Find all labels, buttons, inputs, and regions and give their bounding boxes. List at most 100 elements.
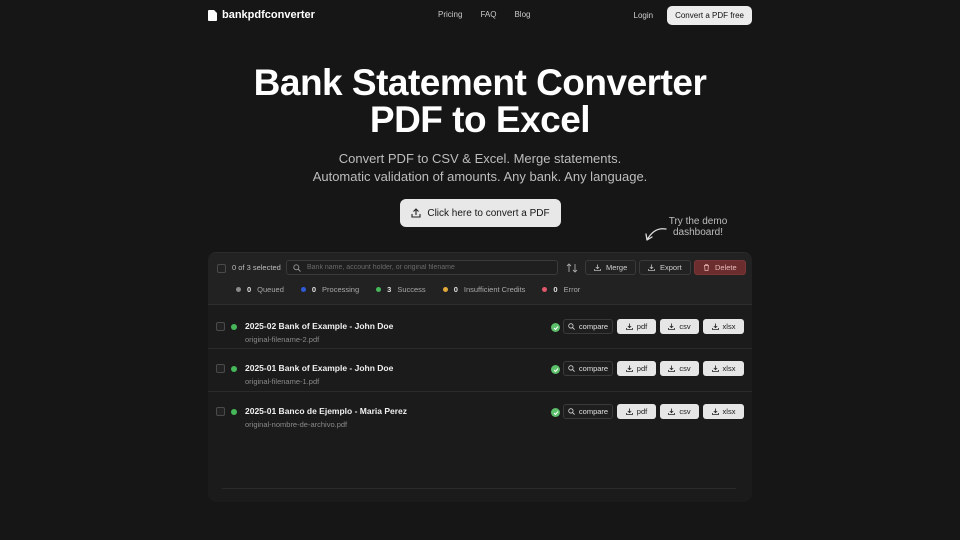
compare-button[interactable]: compare — [563, 361, 613, 376]
status-label: Insufficient Credits — [463, 285, 526, 294]
status-label: Queued — [257, 285, 284, 294]
xlsx-label: xlsx — [722, 407, 736, 416]
dashboard-toolbar: 0 of 3 selected Merge Export Delete 0 Que… — [208, 253, 752, 305]
download-pdf-button[interactable]: pdf — [617, 361, 656, 376]
status-count: 0 — [553, 285, 558, 294]
curved-arrow-icon — [645, 228, 667, 241]
xlsx-label: xlsx — [722, 322, 736, 331]
export-label: Export — [660, 263, 682, 272]
selection-count: 0 of 3 selected — [232, 263, 281, 272]
compare-button[interactable]: compare — [563, 319, 613, 334]
pdf-label: pdf — [636, 407, 648, 416]
download-icon — [711, 323, 719, 330]
table-row[interactable]: 2025-01 Banco de Ejemplo - Maria Perez o… — [208, 396, 752, 438]
top-nav: bankpdfconverter Login Convert a PDF fre… — [208, 5, 752, 25]
download-pdf-button[interactable]: pdf — [617, 319, 656, 334]
status-dot — [231, 409, 237, 415]
trash-icon — [704, 264, 709, 271]
status-dot — [376, 287, 382, 292]
title-line-2: PDF to Excel — [369, 99, 591, 140]
nav-link-blog[interactable]: Blog — [514, 10, 530, 19]
status-dot — [442, 287, 448, 292]
download-icon — [668, 323, 676, 330]
status-insufficient-credits: 0 Insufficient Credits — [442, 285, 526, 294]
nav-link-pricing[interactable]: Pricing — [438, 10, 462, 19]
download-csv-button[interactable]: csv — [660, 361, 699, 376]
download-icon — [668, 408, 676, 415]
sort-icon[interactable] — [566, 262, 578, 274]
download-icon — [625, 323, 633, 330]
download-csv-button[interactable]: csv — [660, 319, 699, 334]
search-icon — [568, 323, 575, 330]
download-pdf-button[interactable]: pdf — [617, 404, 656, 419]
export-button[interactable]: Export — [639, 260, 691, 275]
download-icon — [625, 408, 633, 415]
download-icon — [625, 365, 633, 372]
compare-label: compare — [578, 407, 609, 416]
convert-free-button[interactable]: Convert a PDF free — [667, 5, 752, 25]
pdf-label: pdf — [636, 322, 648, 331]
csv-label: csv — [679, 407, 691, 416]
row-checkbox[interactable] — [216, 364, 225, 373]
search-icon — [568, 408, 575, 415]
statement-name: 2025-01 Banco de Ejemplo - Maria Perez — [245, 406, 408, 416]
demo-note-line-2: dashboard! — [672, 227, 724, 238]
status-dot — [231, 366, 237, 372]
xlsx-label: xlsx — [722, 364, 736, 373]
download-xlsx-button[interactable]: xlsx — [703, 319, 744, 334]
download-icon — [668, 365, 676, 372]
row-checkbox[interactable] — [216, 407, 225, 416]
table-row[interactable]: 2025-01 Bank of Example - John Doe origi… — [208, 353, 752, 395]
convert-pdf-button[interactable]: Click here to convert a PDF — [400, 199, 561, 227]
subtitle: Convert PDF to CSV & Excel. Merge statem… — [0, 150, 960, 186]
demo-dashboard: 0 of 3 selected Merge Export Delete 0 Que… — [208, 252, 752, 502]
download-icon — [594, 264, 601, 271]
search-icon — [568, 365, 575, 372]
demo-note: Try the demo dashboard! — [666, 216, 730, 238]
search-box[interactable] — [286, 260, 558, 275]
download-csv-button[interactable]: csv — [660, 404, 699, 419]
pdf-label: pdf — [636, 364, 648, 373]
search-input[interactable] — [307, 264, 547, 271]
subtitle-line-2: Automatic validation of amounts. Any ban… — [312, 169, 648, 184]
original-filename: original-filename-1.pdf — [245, 377, 320, 386]
brand-logo[interactable]: bankpdfconverter — [208, 9, 315, 21]
status-dot — [236, 287, 241, 292]
compare-label: compare — [578, 364, 609, 373]
status-summary: 0 Queued 0 Processing 3 Success 0 Insufficie… — [236, 285, 580, 294]
status-error: 0 Error — [542, 285, 580, 294]
status-count: 0 — [453, 285, 458, 294]
validated-check-icon — [551, 365, 560, 374]
table-row[interactable]: 2025-02 Bank of Example - John Doe origi… — [208, 311, 752, 353]
compare-button[interactable]: compare — [563, 404, 613, 419]
statement-name: 2025-01 Bank of Example - John Doe — [245, 363, 394, 373]
download-icon — [711, 365, 719, 372]
page-title: Bank Statement Converter PDF to Excel — [0, 64, 960, 138]
demo-note-line-1: Try the demo — [668, 216, 728, 227]
merge-button[interactable]: Merge — [585, 260, 637, 275]
download-xlsx-button[interactable]: xlsx — [703, 361, 744, 376]
csv-label: csv — [679, 364, 691, 373]
select-all-checkbox[interactable] — [217, 264, 226, 273]
download-xlsx-button[interactable]: xlsx — [703, 404, 744, 419]
brand-name: bankpdfconverter — [222, 9, 315, 21]
delete-button[interactable]: Delete — [694, 260, 746, 275]
divider — [222, 488, 736, 489]
login-link[interactable]: Login — [634, 11, 654, 20]
status-dot — [542, 287, 548, 292]
status-dot — [231, 324, 237, 330]
row-checkbox[interactable] — [216, 322, 225, 331]
download-icon — [711, 408, 719, 415]
status-success: 3 Success — [376, 285, 426, 294]
status-queued: 0 Queued — [236, 285, 284, 294]
row-divider — [208, 391, 752, 392]
delete-label: Delete — [715, 263, 737, 272]
status-count: 3 — [387, 285, 392, 294]
download-icon — [648, 264, 655, 271]
status-label: Success — [397, 285, 426, 294]
nav-link-faq[interactable]: FAQ — [480, 10, 496, 19]
merge-label: Merge — [606, 263, 628, 272]
upload-icon — [411, 208, 421, 218]
title-line-1: Bank Statement Converter — [253, 62, 707, 103]
status-processing: 0 Processing — [300, 285, 359, 294]
